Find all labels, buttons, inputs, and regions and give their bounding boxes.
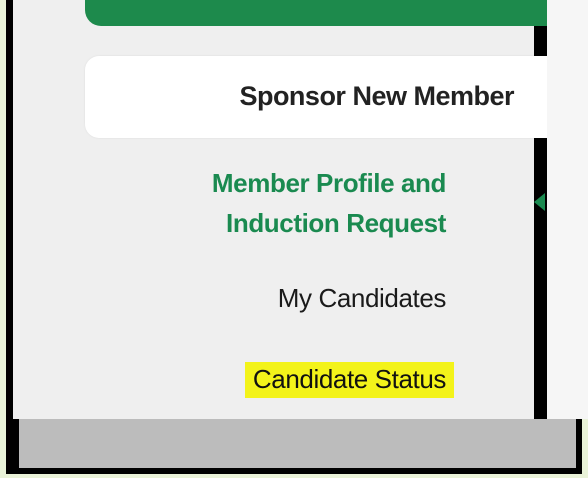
sidebar-panel: Sponsor New Member Member Profile and In… (13, 0, 547, 419)
top-green-bar (85, 0, 547, 26)
caret-left-icon (534, 193, 545, 211)
sidebar-item-my-candidates[interactable]: My Candidates (13, 283, 534, 314)
content-area (547, 0, 588, 419)
sidebar-header-label: Sponsor New Member (239, 81, 514, 111)
sidebar-item-label: Candidate Status (244, 362, 454, 398)
sidebar-header-sponsor-new-member[interactable]: Sponsor New Member (85, 56, 547, 138)
sidebar-item-member-profile[interactable]: Member Profile and Induction Request (13, 163, 534, 243)
bottom-bar (19, 419, 576, 468)
sidebar-item-label-line1: Member Profile and (211, 168, 446, 198)
sidebar-item-label: My Candidates (277, 283, 447, 313)
sidebar-item-label-line2: Induction Request (226, 208, 446, 238)
sidebar-item-candidate-status[interactable]: Candidate Status (13, 362, 534, 398)
